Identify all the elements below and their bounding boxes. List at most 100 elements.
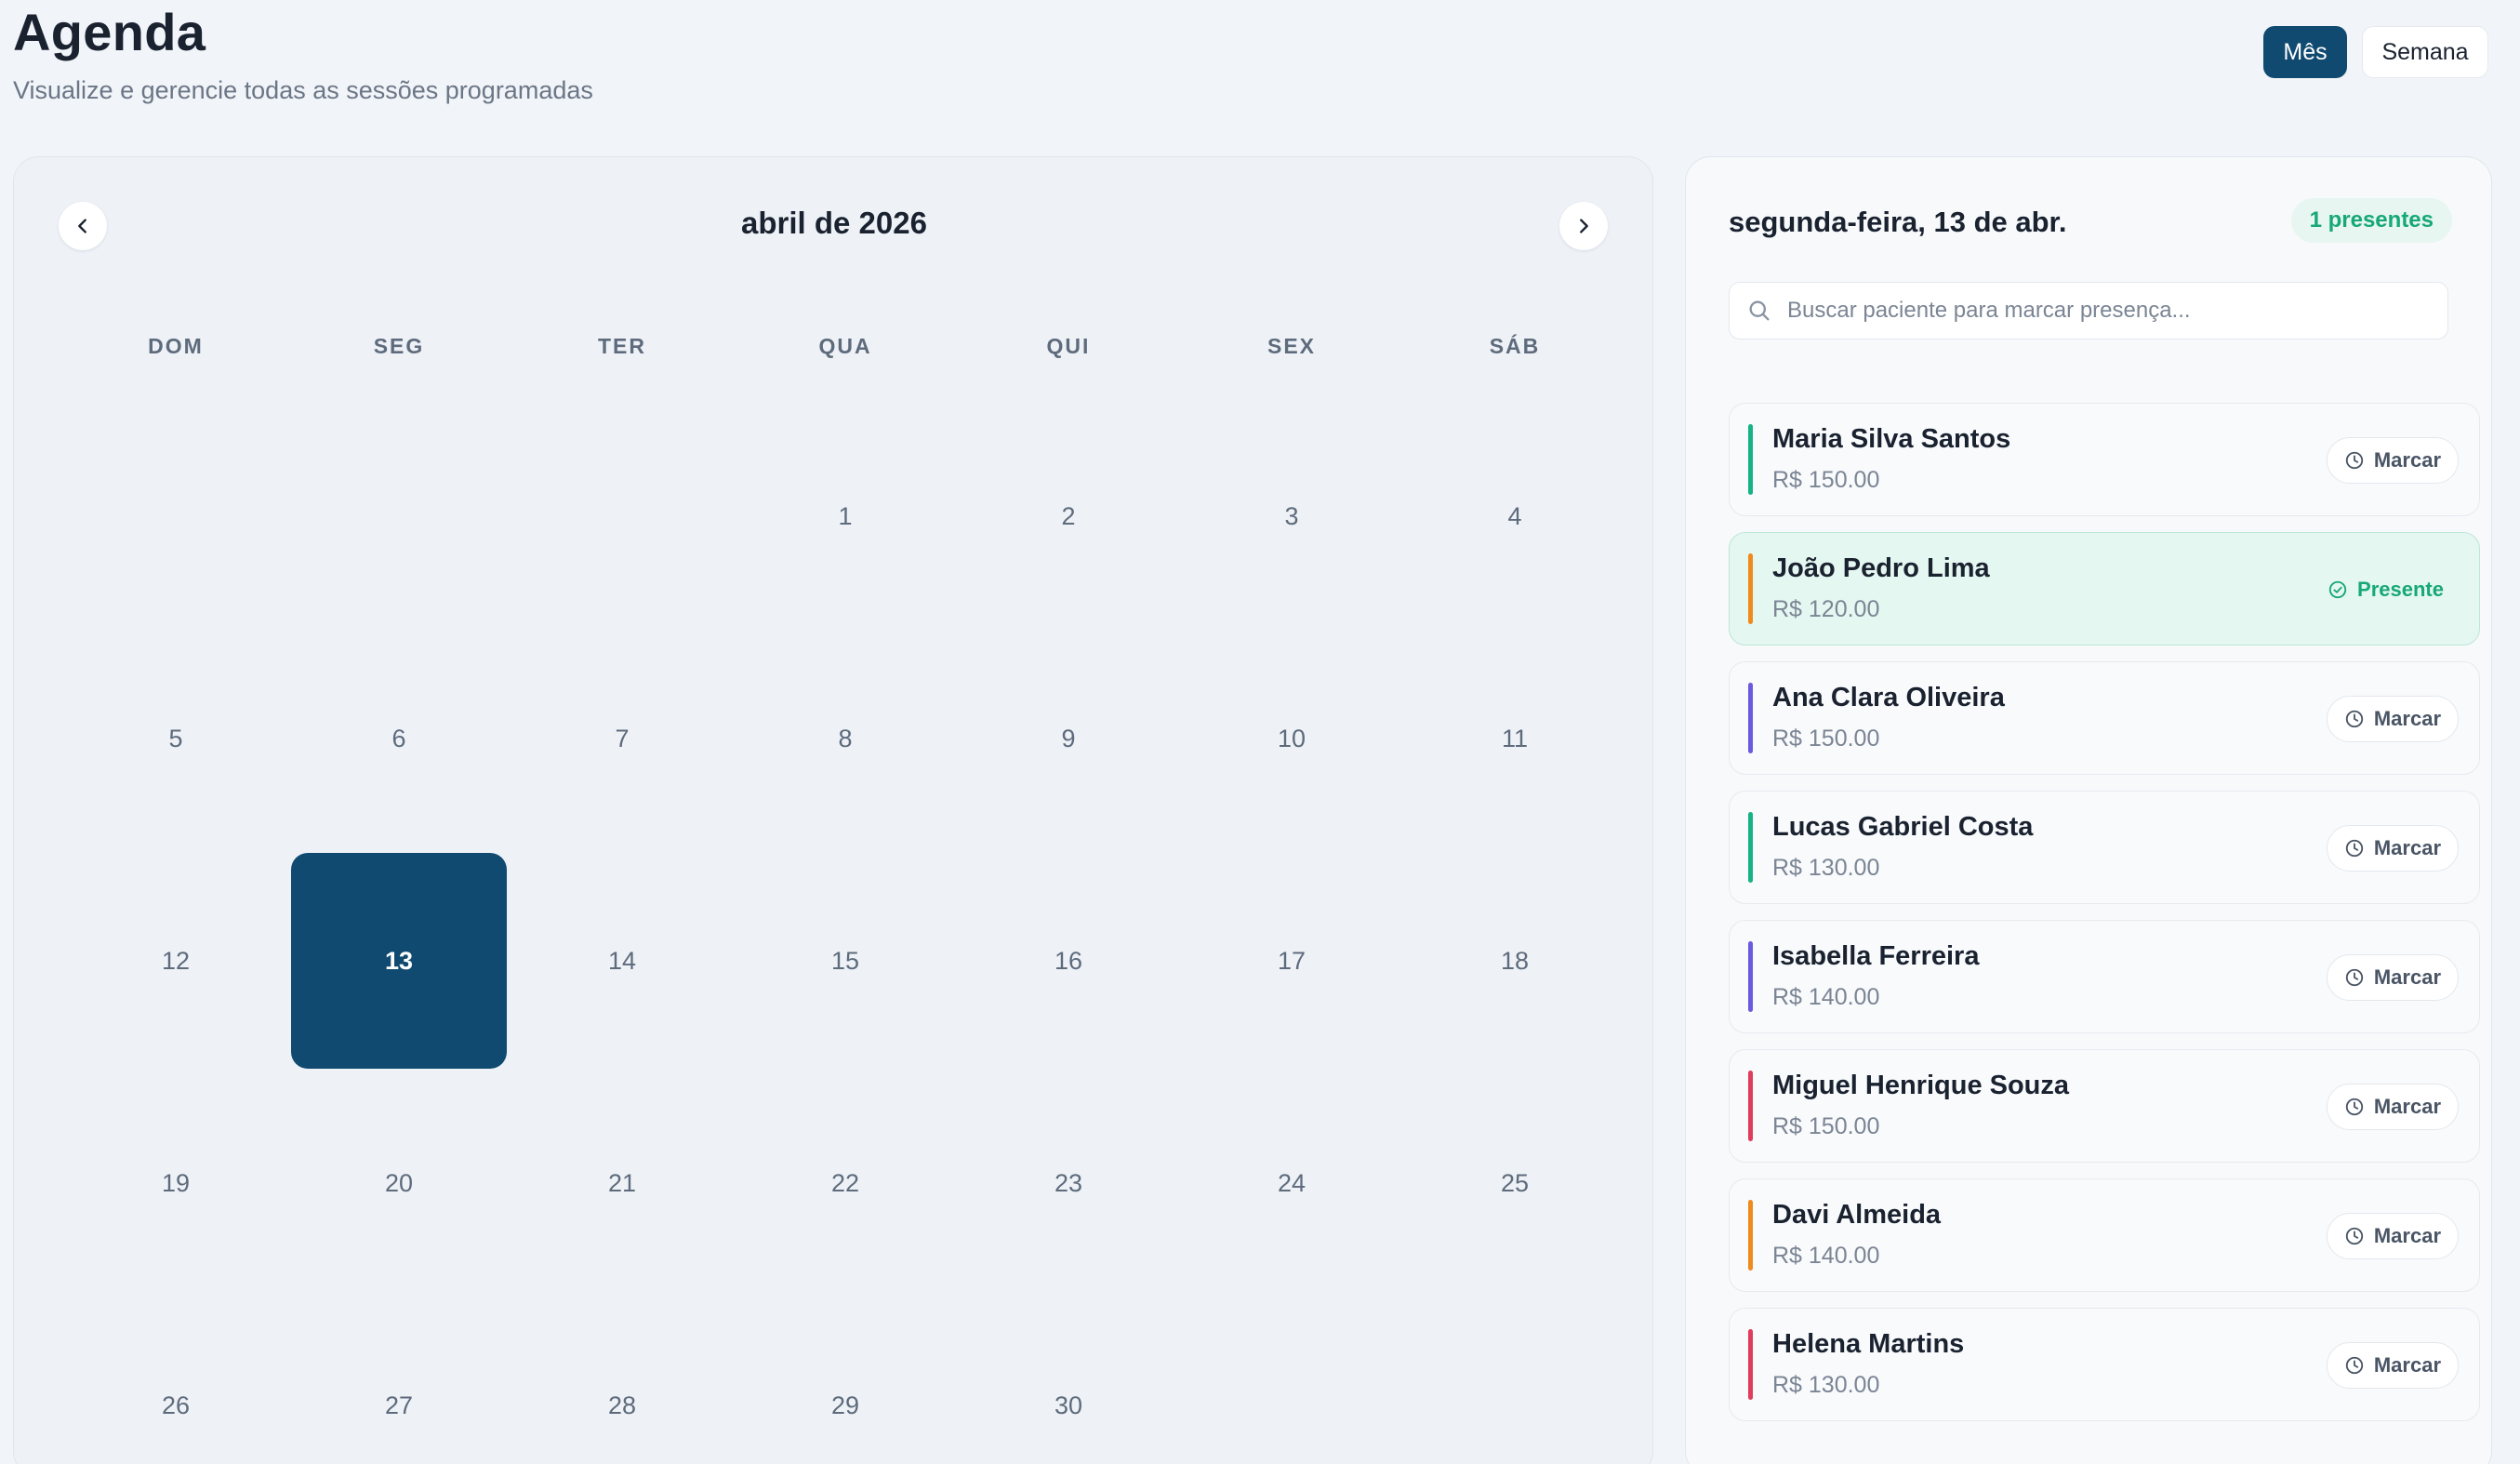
patient-name: João Pedro Lima bbox=[1772, 553, 1990, 583]
clock-icon bbox=[2345, 1227, 2364, 1245]
mark-attendance-button[interactable]: Marcar bbox=[2326, 954, 2459, 1001]
patient-name: Ana Clara Oliveira bbox=[1772, 683, 2005, 712]
calendar-day[interactable]: 11 bbox=[1407, 631, 1623, 846]
session-color-bar bbox=[1748, 424, 1753, 495]
calendar-day[interactable]: 16 bbox=[961, 853, 1176, 1069]
mark-label: Marcar bbox=[2373, 1224, 2441, 1247]
patient-name: Helena Martins bbox=[1772, 1329, 1965, 1359]
next-month-button[interactable] bbox=[1559, 202, 1608, 250]
calendar-day[interactable]: 27 bbox=[291, 1298, 507, 1464]
session-card[interactable]: Helena Martins R$ 130.00 Marcar bbox=[1729, 1308, 2480, 1421]
session-price: R$ 150.00 bbox=[1772, 467, 1880, 493]
session-price: R$ 140.00 bbox=[1772, 984, 1880, 1010]
mark-attendance-button[interactable]: Marcar bbox=[2326, 1084, 2459, 1130]
session-card[interactable]: Isabella Ferreira R$ 140.00 Marcar bbox=[1729, 920, 2480, 1033]
sessions-panel: segunda-feira, 13 de abr. 1 presentes Ma… bbox=[1685, 156, 2492, 1464]
calendar-day[interactable]: 3 bbox=[1184, 408, 1399, 624]
calendar-day[interactable]: 8 bbox=[737, 631, 953, 846]
session-card[interactable]: Maria Silva Santos R$ 150.00 Marcar bbox=[1729, 403, 2480, 516]
calendar-day[interactable]: 26 bbox=[68, 1298, 284, 1464]
session-color-bar bbox=[1748, 1071, 1753, 1141]
calendar-day[interactable]: 19 bbox=[68, 1075, 284, 1291]
clock-icon bbox=[2345, 710, 2364, 728]
check-circle-icon bbox=[2328, 580, 2347, 599]
calendar-day[interactable]: 29 bbox=[737, 1298, 953, 1464]
mark-attendance-button[interactable]: Marcar bbox=[2326, 1213, 2459, 1259]
calendar-day[interactable]: 21 bbox=[514, 1075, 730, 1291]
clock-icon bbox=[2345, 839, 2364, 858]
calendar-card: abril de 2026 DOM SEG TER QUA QUI SEX SÁB 1234… bbox=[13, 156, 1653, 1464]
patient-name: Davi Almeida bbox=[1772, 1200, 1942, 1230]
session-card[interactable]: João Pedro Lima R$ 120.00 Presente bbox=[1729, 532, 2480, 645]
session-price: R$ 150.00 bbox=[1772, 1113, 1880, 1139]
calendar-day[interactable]: 2 bbox=[961, 408, 1176, 624]
patient-search-input[interactable] bbox=[1787, 298, 2438, 324]
session-price: R$ 120.00 bbox=[1772, 596, 1880, 622]
mark-label: Marcar bbox=[2373, 965, 2441, 989]
calendar-day[interactable]: 30 bbox=[961, 1298, 1176, 1464]
calendar-day-selected[interactable]: 13 bbox=[291, 853, 507, 1069]
patient-name: Isabella Ferreira bbox=[1772, 941, 1980, 971]
session-card[interactable]: Lucas Gabriel Costa R$ 130.00 Marcar bbox=[1729, 791, 2480, 904]
patient-search[interactable] bbox=[1729, 282, 2448, 339]
present-status: Presente bbox=[2328, 578, 2444, 602]
mark-label: Marcar bbox=[2373, 448, 2441, 472]
session-color-bar bbox=[1748, 812, 1753, 883]
calendar-day[interactable]: 5 bbox=[68, 631, 284, 846]
calendar-day[interactable]: 10 bbox=[1184, 631, 1399, 846]
view-toggle: Mês Semana bbox=[2263, 26, 2488, 78]
calendar-day[interactable]: 15 bbox=[737, 853, 953, 1069]
session-color-bar bbox=[1748, 941, 1753, 1012]
session-color-bar bbox=[1748, 1200, 1753, 1271]
patient-name: Lucas Gabriel Costa bbox=[1772, 812, 2034, 842]
weekday-label: SEG bbox=[373, 334, 425, 358]
weekday-label: DOM bbox=[148, 334, 204, 358]
calendar-day[interactable]: 4 bbox=[1407, 408, 1623, 624]
search-icon bbox=[1749, 300, 1770, 321]
session-card[interactable]: Davi Almeida R$ 140.00 Marcar bbox=[1729, 1178, 2480, 1292]
session-card[interactable]: Miguel Henrique Souza R$ 150.00 Marcar bbox=[1729, 1049, 2480, 1163]
calendar-day[interactable]: 22 bbox=[737, 1075, 953, 1291]
clock-icon bbox=[2345, 451, 2364, 470]
session-color-bar bbox=[1748, 683, 1753, 753]
calendar-day[interactable]: 7 bbox=[514, 631, 730, 846]
weekday-label: SEX bbox=[1267, 334, 1317, 358]
session-card[interactable]: Ana Clara Oliveira R$ 150.00 Marcar bbox=[1729, 661, 2480, 775]
calendar-day[interactable]: 12 bbox=[68, 853, 284, 1069]
weekday-label: SÁB bbox=[1489, 334, 1541, 358]
mark-label: Marcar bbox=[2373, 836, 2441, 859]
clock-icon bbox=[2345, 1098, 2364, 1116]
mark-attendance-button[interactable]: Marcar bbox=[2326, 825, 2459, 872]
mark-attendance-button[interactable]: Marcar bbox=[2326, 696, 2459, 742]
month-view-button[interactable]: Mês bbox=[2263, 26, 2347, 78]
calendar-day[interactable]: 17 bbox=[1184, 853, 1399, 1069]
mark-attendance-button[interactable]: Marcar bbox=[2326, 1342, 2459, 1389]
session-price: R$ 140.00 bbox=[1772, 1243, 1880, 1269]
session-color-bar bbox=[1748, 1329, 1753, 1400]
present-label: Presente bbox=[2357, 578, 2444, 601]
patient-name: Miguel Henrique Souza bbox=[1772, 1071, 2070, 1100]
clock-icon bbox=[2345, 968, 2364, 987]
calendar-day[interactable]: 24 bbox=[1184, 1075, 1399, 1291]
agenda-app: Agenda Visualize e gerencie todas as ses… bbox=[0, 0, 2520, 1464]
calendar-day[interactable]: 20 bbox=[291, 1075, 507, 1291]
weekday-label: QUA bbox=[818, 334, 872, 358]
calendar-day[interactable]: 23 bbox=[961, 1075, 1176, 1291]
calendar-day[interactable]: 18 bbox=[1407, 853, 1623, 1069]
calendar-day[interactable]: 1 bbox=[737, 408, 953, 624]
week-view-button[interactable]: Semana bbox=[2362, 26, 2488, 78]
calendar-day[interactable]: 25 bbox=[1407, 1075, 1623, 1291]
month-title: abril de 2026 bbox=[741, 206, 927, 240]
weekday-header: DOM SEG TER QUA QUI SEX SÁB bbox=[64, 334, 1626, 371]
calendar-day[interactable]: 6 bbox=[291, 631, 507, 846]
present-count-badge: 1 presentes bbox=[2290, 198, 2452, 243]
mark-attendance-button[interactable]: Marcar bbox=[2326, 437, 2459, 484]
calendar-day[interactable]: 14 bbox=[514, 853, 730, 1069]
selected-date-title: segunda-feira, 13 de abr. bbox=[1729, 206, 2067, 238]
mark-label: Marcar bbox=[2373, 707, 2441, 730]
calendar-day[interactable]: 9 bbox=[961, 631, 1176, 846]
mark-label: Marcar bbox=[2373, 1095, 2441, 1118]
calendar-day[interactable]: 28 bbox=[514, 1298, 730, 1464]
session-price: R$ 150.00 bbox=[1772, 725, 1880, 752]
mark-label: Marcar bbox=[2373, 1353, 2441, 1377]
